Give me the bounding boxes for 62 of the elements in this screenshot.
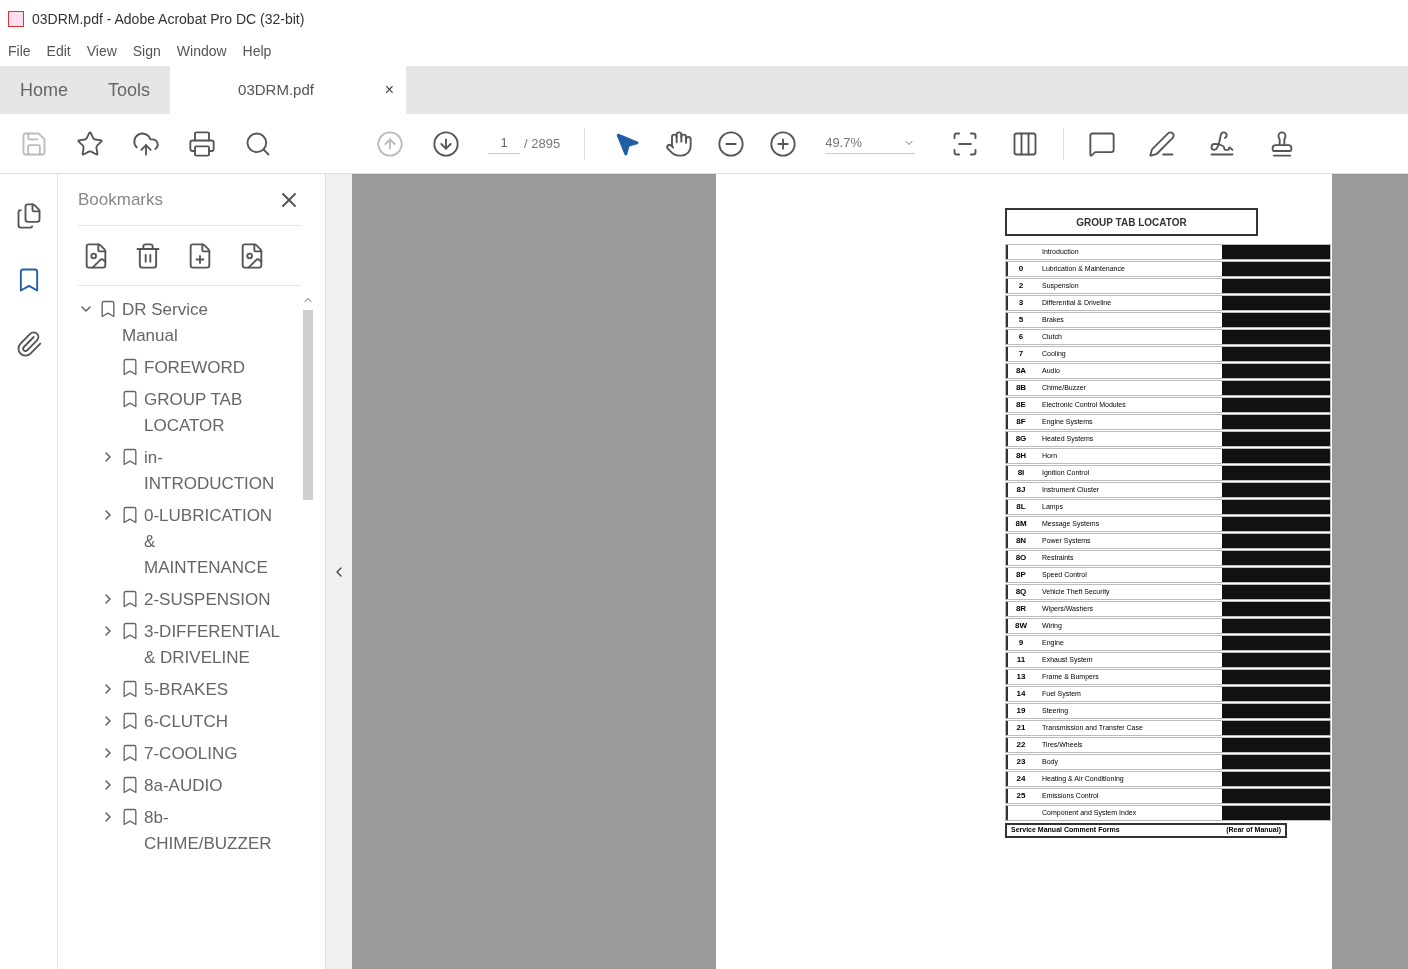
tab-code: 8L	[1006, 500, 1034, 514]
tab-code: 8Q	[1006, 585, 1034, 599]
tab-code: 7	[1006, 347, 1034, 361]
scrollbar-thumb[interactable]	[303, 310, 313, 500]
tab-code: 24	[1006, 772, 1034, 786]
tab-code: 13	[1006, 670, 1034, 684]
window-title: 03DRM.pdf - Adobe Acrobat Pro DC (32-bit)	[32, 9, 305, 29]
menu-item[interactable]: Sign	[132, 40, 161, 62]
tab-code: 2	[1006, 279, 1034, 293]
tab-code: 8H	[1006, 449, 1034, 463]
tab-code: 0	[1006, 262, 1034, 276]
pdf-app-icon	[8, 11, 24, 27]
tab-code: 14	[1006, 687, 1034, 701]
bookmark-item[interactable]: DR Service Manual	[122, 297, 258, 349]
tab-code: 8W	[1006, 619, 1034, 633]
tab-code: 6	[1006, 330, 1034, 344]
bookmark-item[interactable]: 8b-CHIME/BUZZER	[144, 805, 280, 857]
tab-code: 5	[1006, 313, 1034, 327]
menu-item[interactable]: View	[86, 40, 117, 62]
bookmark-item[interactable]: 7-COOLING	[144, 741, 280, 767]
tab-code: 19	[1006, 704, 1034, 718]
tab-code: 8P	[1006, 568, 1034, 582]
menu-item[interactable]: Edit	[46, 40, 71, 62]
tab-code: 8N	[1006, 534, 1034, 548]
zoom-dropdown[interactable]: 49.7%	[825, 133, 916, 154]
tab-code: 8R	[1006, 602, 1034, 616]
tab-code	[1006, 245, 1034, 259]
bookmark-item[interactable]: 3-DIFFERENTIAL & DRIVELINE	[144, 619, 280, 671]
tab-code: 8J	[1006, 483, 1034, 497]
menu-item[interactable]: File	[8, 40, 31, 62]
tab-code: 8M	[1006, 517, 1034, 531]
bookmark-item[interactable]: 0-LUBRICATION & MAINTENANCE	[144, 503, 280, 581]
tab-code: 23	[1006, 755, 1034, 769]
page-number-field[interactable]: 1	[488, 133, 520, 154]
tab-code: 8O	[1006, 551, 1034, 565]
tab-code: 8F	[1006, 415, 1034, 429]
page-count: / 2895	[524, 134, 561, 153]
page-title: GROUP TAB LOCATOR	[1005, 208, 1258, 236]
bookmark-item[interactable]: 6-CLUTCH	[144, 709, 280, 735]
tab-code	[1006, 806, 1034, 820]
tab-code: 21	[1006, 721, 1034, 735]
tab-code: 25	[1006, 789, 1034, 803]
menu-item[interactable]: Help	[242, 40, 272, 62]
tab-code: 8G	[1006, 432, 1034, 446]
tab-label: 03DRM.pdf	[238, 79, 314, 100]
tab-code: 9	[1006, 636, 1034, 650]
tab-code: 11	[1006, 653, 1034, 667]
tab-code: 8A	[1006, 364, 1034, 378]
tab-code: 22	[1006, 738, 1034, 752]
bookmark-item[interactable]: in-INTRODUCTION	[144, 445, 280, 497]
close-tab-button[interactable]: ×	[384, 78, 395, 102]
tab-code: 3	[1006, 296, 1034, 310]
panel-title: Bookmarks	[78, 188, 164, 211]
bookmark-item[interactable]: 2-SUSPENSION	[144, 587, 280, 613]
tab-code: 8I	[1006, 466, 1034, 480]
bookmark-item[interactable]: 5-BRAKES	[144, 677, 280, 703]
tab-code: 8B	[1006, 381, 1034, 395]
document-tab[interactable]: 03DRM.pdf ×	[170, 66, 407, 114]
bookmark-item[interactable]: 8a-AUDIO	[144, 773, 280, 799]
menu-item[interactable]: Window	[176, 40, 227, 62]
bookmark-item[interactable]: FOREWORD	[144, 355, 280, 381]
tab-code: 8E	[1006, 398, 1034, 412]
